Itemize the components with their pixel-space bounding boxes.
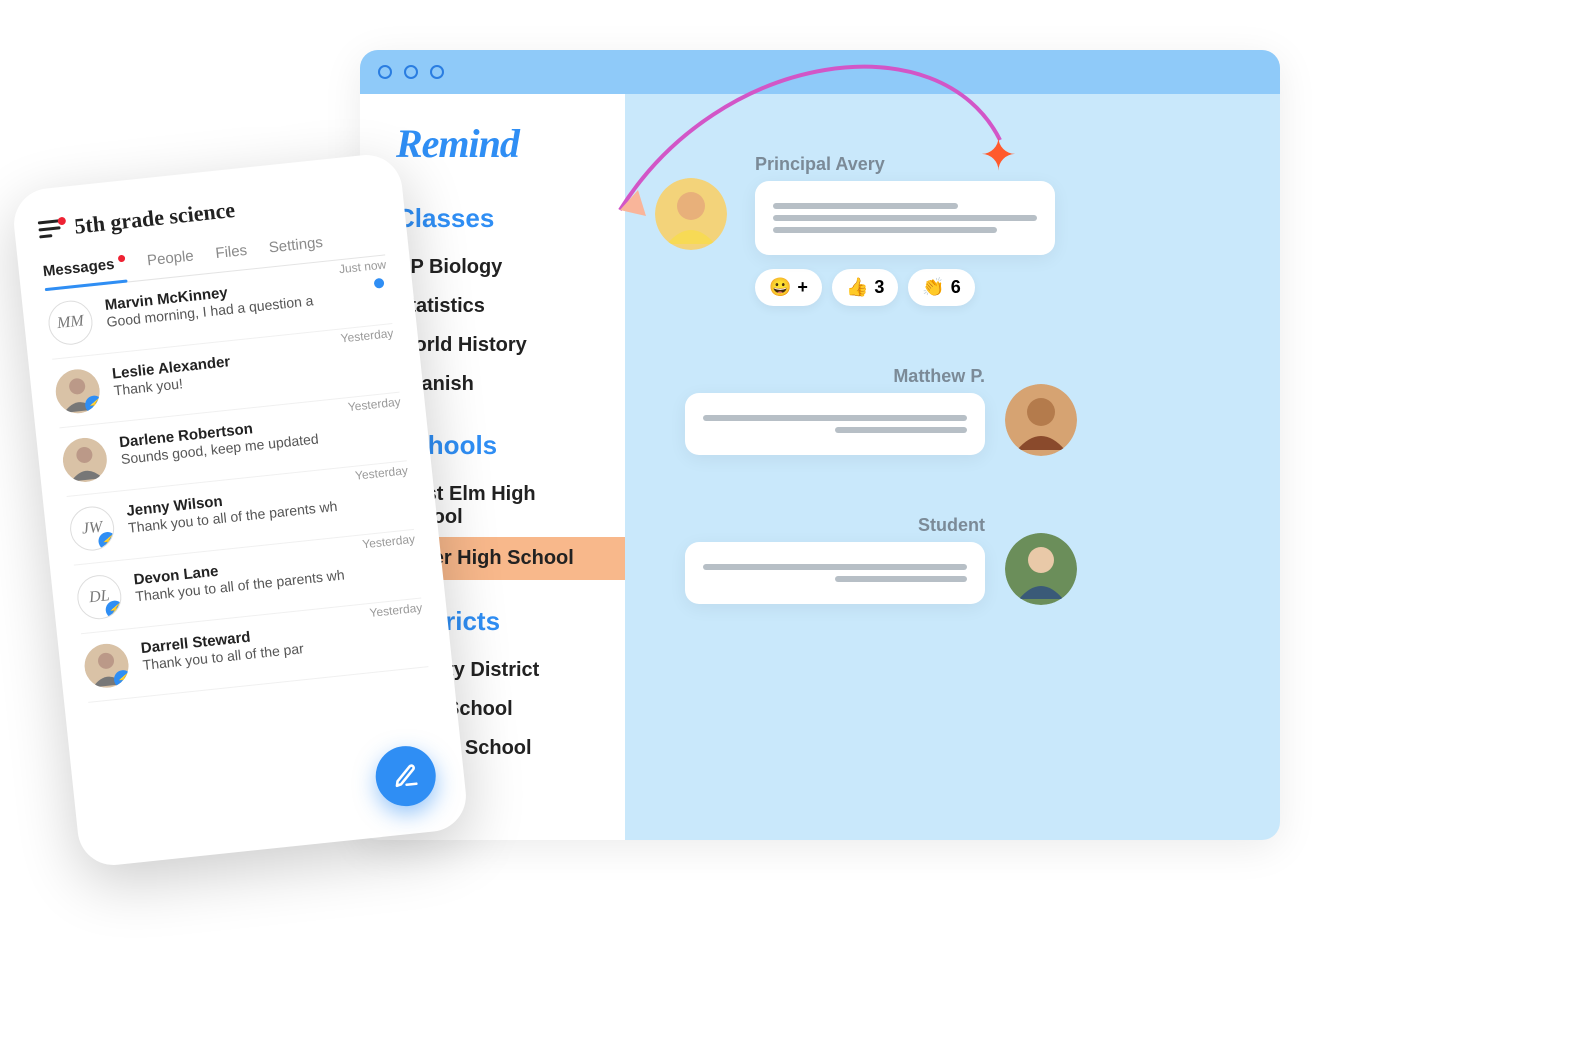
chat-message: Principal Avery bbox=[755, 154, 1055, 255]
avatar: JW⚡ bbox=[68, 504, 116, 552]
notification-dot-icon bbox=[117, 255, 125, 263]
avatar bbox=[1005, 384, 1077, 456]
nav-class-item[interactable]: World History bbox=[396, 326, 589, 365]
reaction-thumbsup[interactable]: 👍 3 bbox=[832, 269, 898, 306]
notification-dot-icon bbox=[57, 217, 66, 226]
compose-icon bbox=[391, 762, 420, 791]
sender-name: Principal Avery bbox=[755, 154, 1055, 175]
sender-name: Matthew P. bbox=[685, 366, 985, 387]
bolt-icon: ⚡ bbox=[113, 669, 131, 689]
tab-files[interactable]: Files bbox=[214, 236, 249, 272]
reaction-count: 3 bbox=[874, 277, 884, 298]
menu-icon[interactable] bbox=[38, 219, 62, 239]
smile-icon: 😀 bbox=[769, 277, 791, 298]
message-bubble bbox=[685, 542, 985, 604]
tab-settings[interactable]: Settings bbox=[267, 228, 324, 266]
avatar: ⚡ bbox=[54, 367, 102, 415]
brand-logo: Remind bbox=[396, 120, 589, 167]
reaction-count: 6 bbox=[951, 277, 961, 298]
sender-name: Student bbox=[685, 515, 985, 536]
message-list[interactable]: MMMarvin McKinneyGood morning, I had a q… bbox=[45, 255, 428, 702]
thumbsup-icon: 👍 bbox=[846, 277, 868, 298]
nav-class-item[interactable]: Statistics bbox=[396, 287, 589, 326]
bolt-icon: ⚡ bbox=[84, 395, 102, 415]
reaction-clap[interactable]: 👏 6 bbox=[908, 269, 974, 306]
avatar bbox=[655, 178, 727, 250]
bolt-icon: ⚡ bbox=[105, 600, 124, 620]
avatar bbox=[61, 436, 109, 484]
section-title-classes: Classes bbox=[396, 203, 589, 234]
tab-people[interactable]: People bbox=[146, 242, 196, 280]
avatar: ⚡ bbox=[82, 642, 130, 690]
chat-message: Student bbox=[685, 515, 985, 604]
bolt-icon: ⚡ bbox=[98, 531, 117, 551]
window-titlebar bbox=[360, 50, 1280, 94]
window-control-maximize[interactable] bbox=[430, 65, 444, 79]
message-bubble bbox=[685, 393, 985, 455]
avatar: MM bbox=[46, 299, 94, 347]
class-title: 5th grade science bbox=[73, 197, 236, 240]
add-reaction-button[interactable]: 😀 + bbox=[755, 269, 822, 306]
compose-button[interactable] bbox=[373, 743, 439, 809]
clap-icon: 👏 bbox=[922, 277, 944, 298]
tab-label: Messages bbox=[42, 256, 115, 280]
window-control-close[interactable] bbox=[378, 65, 392, 79]
phone-mock: 5th grade science Messages People Files … bbox=[11, 151, 470, 868]
reaction-label: + bbox=[797, 277, 808, 298]
window-control-minimize[interactable] bbox=[404, 65, 418, 79]
chat-area: Principal Avery 😀 + 👍 3 👏 bbox=[625, 94, 1280, 840]
avatar: DL⚡ bbox=[75, 573, 123, 621]
avatar bbox=[1005, 533, 1077, 605]
reaction-bar: 😀 + 👍 3 👏 6 bbox=[755, 269, 1250, 306]
chat-message: Matthew P. bbox=[685, 366, 985, 455]
message-bubble bbox=[755, 181, 1055, 255]
desktop-window: Remind Classes AP Biology Statistics Wor… bbox=[360, 50, 1280, 840]
nav-class-item[interactable]: Spanish bbox=[396, 365, 589, 404]
nav-class-item[interactable]: AP Biology bbox=[396, 248, 589, 287]
